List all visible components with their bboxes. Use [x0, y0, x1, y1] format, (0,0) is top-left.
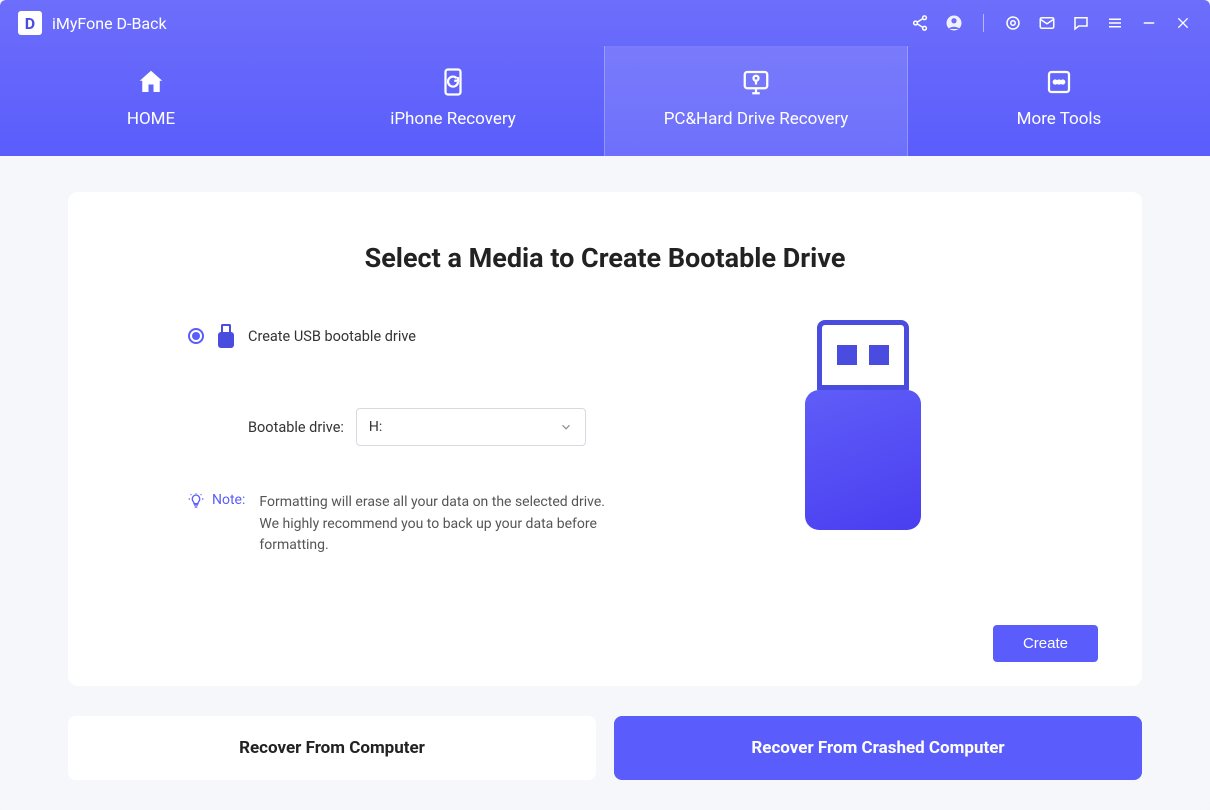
recover-from-computer-tab[interactable]: Recover From Computer — [68, 716, 596, 780]
content-area: Select a Media to Create Bootable Drive … — [0, 156, 1210, 810]
note-row: Note: Formatting will erase all your dat… — [188, 492, 643, 557]
usb-drive-illustration — [805, 320, 921, 530]
iphone-refresh-icon — [438, 65, 468, 99]
header: D iMyFone D-Back — [0, 0, 1210, 156]
card-title: Select a Media to Create Bootable Drive — [128, 242, 1082, 274]
note-label: Note: — [212, 492, 245, 508]
feedback-icon[interactable] — [1072, 14, 1090, 32]
tab-home[interactable]: HOME — [0, 46, 302, 156]
create-button[interactable]: Create — [993, 625, 1098, 662]
share-icon[interactable] — [911, 14, 929, 32]
card-body: Create USB bootable drive Bootable drive… — [128, 324, 1082, 656]
select-value: H: — [369, 419, 382, 435]
titlebar: D iMyFone D-Back — [0, 0, 1210, 46]
tab-label: More Tools — [1017, 109, 1102, 129]
main-card: Select a Media to Create Bootable Drive … — [68, 192, 1142, 686]
tab-more-tools[interactable]: More Tools — [908, 46, 1210, 156]
app-title: iMyFone D-Back — [52, 14, 167, 33]
more-icon — [1044, 65, 1074, 99]
menu-icon[interactable] — [1106, 14, 1124, 32]
bootable-drive-row: Bootable drive: H: — [248, 408, 643, 446]
chevron-down-icon — [559, 420, 573, 434]
radio-label: Create USB bootable drive — [248, 328, 416, 345]
minimize-icon[interactable] — [1140, 14, 1158, 32]
bootable-drive-select[interactable]: H: — [356, 408, 586, 446]
select-label: Bootable drive: — [248, 419, 344, 436]
titlebar-icons — [911, 14, 1192, 32]
mail-icon[interactable] — [1038, 14, 1056, 32]
left-column: Create USB bootable drive Bootable drive… — [128, 324, 643, 656]
radio-selected-icon — [188, 328, 204, 344]
home-icon — [134, 65, 168, 99]
tab-label: PC&Hard Drive Recovery — [664, 109, 849, 129]
usb-bootable-option[interactable]: Create USB bootable drive — [188, 324, 643, 348]
titlebar-divider — [983, 14, 984, 32]
app-logo: D — [18, 11, 42, 35]
tab-label: HOME — [127, 109, 175, 129]
recover-from-crashed-computer-tab[interactable]: Recover From Crashed Computer — [614, 716, 1142, 780]
app-window: D iMyFone D-Back — [0, 0, 1210, 810]
usb-mini-icon — [218, 324, 234, 348]
account-icon[interactable] — [945, 14, 963, 32]
lightbulb-icon — [188, 493, 204, 509]
settings-icon[interactable] — [1004, 14, 1022, 32]
tab-iphone-recovery[interactable]: iPhone Recovery — [302, 46, 604, 156]
right-column — [643, 324, 1082, 656]
tab-label: iPhone Recovery — [390, 109, 516, 129]
tab-pc-hard-drive-recovery[interactable]: PC&Hard Drive Recovery — [604, 46, 908, 156]
note-text: Formatting will erase all your data on t… — [259, 492, 619, 557]
monitor-key-icon — [740, 65, 772, 99]
bottom-tabs: Recover From Computer Recover From Crash… — [68, 716, 1142, 780]
nav-tabs: HOME iPhone Recovery PC&Hard Drive Recov… — [0, 46, 1210, 156]
close-icon[interactable] — [1174, 14, 1192, 32]
